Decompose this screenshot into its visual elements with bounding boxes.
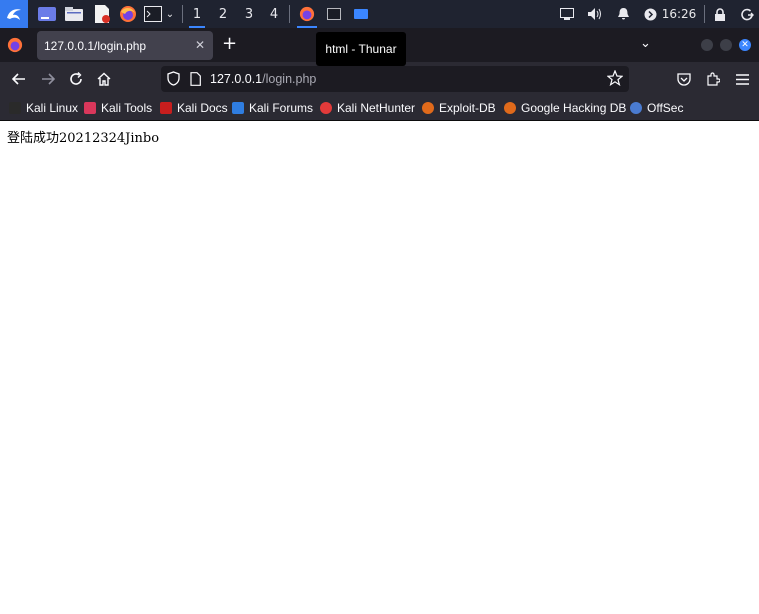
firefox-task-icon[interactable] [295,0,319,28]
back-icon[interactable] [8,62,30,96]
offsec-icon [630,102,642,114]
bookmark-google-hacking-db[interactable]: Google Hacking DB [504,96,626,120]
home-icon[interactable] [93,62,115,96]
volume-icon[interactable] [585,0,605,28]
chevron-down-icon[interactable]: ⌄ [163,0,177,28]
bookmark-label: OffSec [647,101,684,115]
bookmark-label: Kali NetHunter [337,101,416,115]
thunar-task-icon[interactable] [350,0,372,28]
kali-nethunter-icon [320,102,332,114]
menu-icon[interactable] [731,62,753,96]
tooltip: html - Thunar [316,32,406,66]
kali-linux-icon [9,102,21,114]
bookmark-exploit-db[interactable]: Exploit-DB [422,96,496,120]
list-all-tabs-icon[interactable]: ⌄ [640,36,651,51]
shield-icon[interactable] [167,71,180,89]
minimize-button[interactable] [701,39,713,51]
bookmark-kali-nethunter[interactable]: Kali NetHunter [320,96,415,120]
lock-icon[interactable] [711,0,729,28]
bookmark-kali-docs[interactable]: Kali Docs [160,96,228,120]
bookmark-kali-linux[interactable]: Kali Linux [9,96,78,120]
terminal-icon[interactable] [143,0,163,28]
extensions-icon[interactable] [702,62,724,96]
bookmark-label: Kali Linux [26,101,79,115]
file-manager-icon[interactable] [64,0,84,28]
power-indicator-icon[interactable] [641,0,659,28]
kali-forums-icon [232,102,244,114]
firefox-icon[interactable] [118,0,138,28]
url-text[interactable]: 127.0.0.1/login.php [210,72,316,86]
browser-tab[interactable]: 127.0.0.1/login.php ✕ [37,31,213,60]
kali-tools-icon [84,102,96,114]
page-info-icon[interactable] [190,72,201,89]
google-hacking-db-icon [504,102,516,114]
kali-menu-icon[interactable] [0,0,28,28]
bookmark-label: Google Hacking DB [521,101,627,115]
reload-icon[interactable] [65,62,87,96]
show-desktop-icon[interactable] [37,0,57,28]
bookmark-label: Exploit-DB [439,101,496,115]
panel-separator [182,5,183,23]
workspace-4[interactable]: 4 [263,0,285,28]
top-panel: ⌄ 1 2 3 4 16:26 [0,0,759,28]
bookmark-offsec[interactable]: OffSec [630,96,683,120]
url-bar[interactable]: 127.0.0.1/login.php [161,66,629,92]
notification-icon[interactable] [613,0,633,28]
bookmark-label: Kali Tools [101,101,153,115]
maximize-button[interactable] [720,39,732,51]
firefox-view-icon[interactable] [7,37,23,57]
close-window-button[interactable]: ✕ [739,39,751,51]
bookmark-kali-tools[interactable]: Kali Tools [84,96,152,120]
bookmark-label: Kali Docs [177,101,228,115]
terminal-task-icon[interactable] [323,0,345,28]
pocket-icon[interactable] [673,62,695,96]
exploit-db-icon [422,102,434,114]
bookmark-label: Kali Forums [249,101,314,115]
bookmark-star-icon[interactable] [606,69,624,89]
logout-icon[interactable] [738,0,756,28]
login-result-text: 登陆成功20212324Jinbo [7,131,160,146]
display-icon[interactable] [557,0,577,28]
new-tab-button[interactable]: + [222,33,237,54]
bookmark-kali-forums[interactable]: Kali Forums [232,96,313,120]
close-tab-icon[interactable]: ✕ [195,38,205,52]
kali-docs-icon [160,102,172,114]
url-host: 127.0.0.1 [210,72,263,86]
panel-separator [289,5,290,23]
workspace-2[interactable]: 2 [212,0,234,28]
clock[interactable]: 16:26 [662,0,697,28]
text-editor-icon[interactable] [92,0,112,28]
workspace-3[interactable]: 3 [238,0,260,28]
url-path: /login.php [262,72,317,86]
forward-icon[interactable] [37,62,59,96]
panel-separator [704,5,705,23]
tab-title: 127.0.0.1/login.php [44,39,147,53]
workspace-1[interactable]: 1 [186,0,208,28]
